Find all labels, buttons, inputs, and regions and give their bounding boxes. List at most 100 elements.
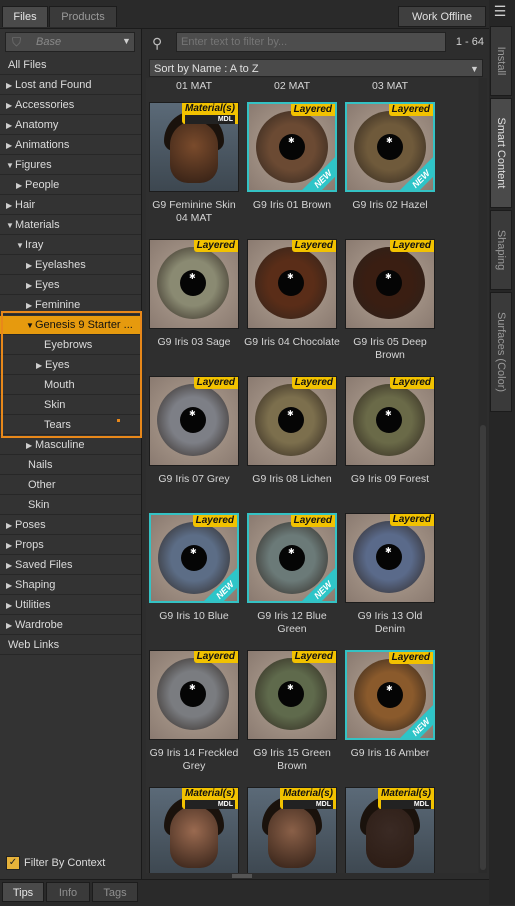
tab-install[interactable]: Install xyxy=(490,26,512,96)
tree-item[interactable]: ▶ Eyes xyxy=(0,356,141,375)
iris-thumbnail[interactable]: ✱ Layered NEW xyxy=(345,650,435,740)
filter-dropdown[interactable]: ⛉ Base ▼ xyxy=(5,32,135,52)
tree-item[interactable]: ▶ Masculine xyxy=(0,436,141,455)
iris-thumbnail[interactable]: ✱ Layered xyxy=(345,376,435,466)
iris-thumbnail[interactable]: ✱ Layered xyxy=(247,650,337,740)
collapsed-arrow-icon[interactable]: ▶ xyxy=(26,256,35,274)
tree-item[interactable]: ▶ Hair xyxy=(0,196,141,215)
collapsed-arrow-icon[interactable]: ▶ xyxy=(6,96,15,114)
tab-info[interactable]: Info xyxy=(46,882,90,902)
tree-item[interactable]: ▶ Accessories xyxy=(0,96,141,115)
character-thumbnail[interactable]: Material(s) MDL xyxy=(247,787,337,873)
resize-handle[interactable] xyxy=(232,874,252,878)
tree-item[interactable]: Other xyxy=(0,476,141,495)
collapsed-arrow-icon[interactable]: ▶ xyxy=(6,536,15,554)
iris-thumbnail[interactable]: ✱ Layered xyxy=(345,239,435,329)
filter-by-context-checkbox[interactable]: ✓ xyxy=(6,856,20,871)
tree-item[interactable]: Eyebrows xyxy=(0,336,141,355)
tree-item[interactable]: ▼Iray xyxy=(0,236,141,255)
iris-graphic: ✱ xyxy=(255,247,327,319)
collapsed-arrow-icon[interactable]: ▶ xyxy=(6,576,15,594)
tree-item[interactable]: ▶ Wardrobe xyxy=(0,616,141,635)
iris-thumbnail[interactable]: ✱ Layered xyxy=(345,513,435,603)
tree-item[interactable]: Nails xyxy=(0,456,141,475)
tree-item[interactable]: Skin xyxy=(0,396,141,415)
content-type-badge: Material(s) MDL xyxy=(181,103,238,124)
tree-item[interactable]: ▶ Anatomy xyxy=(0,116,141,135)
expanded-arrow-icon[interactable]: ▼ xyxy=(26,316,35,334)
expanded-arrow-icon[interactable]: ▼ xyxy=(6,216,15,234)
badge-label: Material(s) xyxy=(184,788,235,799)
collapsed-arrow-icon[interactable]: ▶ xyxy=(6,556,15,574)
filter-by-context[interactable]: ✓ Filter By Context xyxy=(6,855,105,871)
collapsed-arrow-icon[interactable]: ▶ xyxy=(6,516,15,534)
expanded-arrow-icon[interactable]: ▼ xyxy=(6,156,15,174)
collapsed-arrow-icon[interactable]: ▶ xyxy=(6,196,15,214)
badge-label: Material(s) xyxy=(184,103,235,114)
tab-files[interactable]: Files xyxy=(2,6,48,27)
tree-item[interactable]: ▶ People xyxy=(0,176,141,195)
character-thumbnail[interactable]: Material(s) MDL xyxy=(149,102,239,192)
iris-thumbnail[interactable]: ✱ Layered xyxy=(149,239,239,329)
character-thumbnail[interactable]: Material(s) MDL xyxy=(345,787,435,873)
sort-dropdown[interactable]: Sort by Name : A to Z ▼ xyxy=(149,59,483,77)
iris-thumbnail[interactable]: ✱ Layered xyxy=(247,239,337,329)
item-label: 01 MAT xyxy=(176,80,212,92)
collapsed-arrow-icon[interactable]: ▶ xyxy=(36,356,45,374)
iris-thumbnail[interactable]: ✱ Layered NEW xyxy=(247,513,337,603)
collapsed-arrow-icon[interactable]: ▶ xyxy=(6,136,15,154)
collapsed-arrow-icon[interactable]: ▶ xyxy=(6,76,15,94)
item-label: G9 Iris 08 Lichen xyxy=(252,473,332,485)
tree-item[interactable]: ▶ Eyelashes xyxy=(0,256,141,275)
iris-thumbnail[interactable]: ✱ Layered NEW xyxy=(345,102,435,192)
tree-item[interactable]: ▶ Saved Files xyxy=(0,556,141,575)
tree-item[interactable]: ▶ Lost and Found xyxy=(0,76,141,95)
tree-item-label: Eyebrows xyxy=(44,339,93,351)
iris-thumbnail[interactable]: ✱ Layered xyxy=(149,650,239,740)
collapsed-arrow-icon[interactable]: ▶ xyxy=(26,296,35,314)
expanded-arrow-icon[interactable]: ▼ xyxy=(16,236,25,254)
tree-item[interactable]: Mouth xyxy=(0,376,141,395)
iris-thumbnail[interactable]: ✱ Layered NEW xyxy=(247,102,337,192)
tree-item[interactable]: ▶ Props xyxy=(0,536,141,555)
tree-item[interactable]: Web Links xyxy=(0,636,141,655)
tree-item[interactable]: Skin xyxy=(0,496,141,515)
collapsed-arrow-icon[interactable]: ▶ xyxy=(6,596,15,614)
collapsed-arrow-icon[interactable]: ▶ xyxy=(16,176,25,194)
character-thumbnail[interactable]: Material(s) MDL xyxy=(149,787,239,873)
tree-item[interactable]: ▶ Animations xyxy=(0,136,141,155)
search-input[interactable] xyxy=(176,32,446,52)
tree-item[interactable]: ▼Figures xyxy=(0,156,141,175)
tab-tips[interactable]: Tips xyxy=(2,882,44,902)
tree-item[interactable]: ▶ Feminine xyxy=(0,296,141,315)
tab-smart-content[interactable]: Smart Content xyxy=(490,98,512,208)
tree-item[interactable]: ▶ Shaping xyxy=(0,576,141,595)
tree-item[interactable]: ▶ Poses xyxy=(0,516,141,535)
iris-thumbnail[interactable]: ✱ Layered xyxy=(149,376,239,466)
tree-item[interactable]: ▼Genesis 9 Starter ... xyxy=(0,316,141,335)
iris-thumbnail[interactable]: ✱ Layered NEW xyxy=(149,513,239,603)
iris-thumbnail[interactable]: ✱ Layered xyxy=(247,376,337,466)
face-graphic xyxy=(366,806,414,868)
tree-item[interactable]: ▶ Utilities xyxy=(0,596,141,615)
scrollbar-thumb[interactable] xyxy=(480,425,486,870)
collapsed-arrow-icon[interactable]: ▶ xyxy=(6,116,15,134)
tab-products[interactable]: Products xyxy=(49,6,117,27)
partial-labels-row: 01 MAT 02 MAT 03 MAT xyxy=(146,78,478,94)
collapsed-arrow-icon[interactable]: ▶ xyxy=(26,276,35,294)
tab-shaping[interactable]: Shaping xyxy=(490,210,512,290)
collapsed-arrow-icon[interactable]: ▶ xyxy=(6,616,15,634)
tree-item[interactable]: ▼Materials xyxy=(0,216,141,235)
collapsed-arrow-icon[interactable]: ▶ xyxy=(26,436,35,454)
badge-label: Layered xyxy=(196,651,235,662)
content-type-badge: Layered xyxy=(291,377,336,389)
tree-item-label: Animations xyxy=(15,139,70,151)
tab-surfaces-color[interactable]: Surfaces (Color) xyxy=(490,292,512,412)
face-graphic xyxy=(170,121,218,183)
tree-item[interactable]: All Files xyxy=(0,56,141,75)
menu-icon[interactable]: ☰ xyxy=(492,4,508,18)
work-offline-button[interactable]: Work Offline xyxy=(398,6,486,27)
tree-item[interactable]: ▶ Eyes xyxy=(0,276,141,295)
tab-tags[interactable]: Tags xyxy=(92,882,138,902)
iris-graphic: ✱ xyxy=(354,659,426,731)
